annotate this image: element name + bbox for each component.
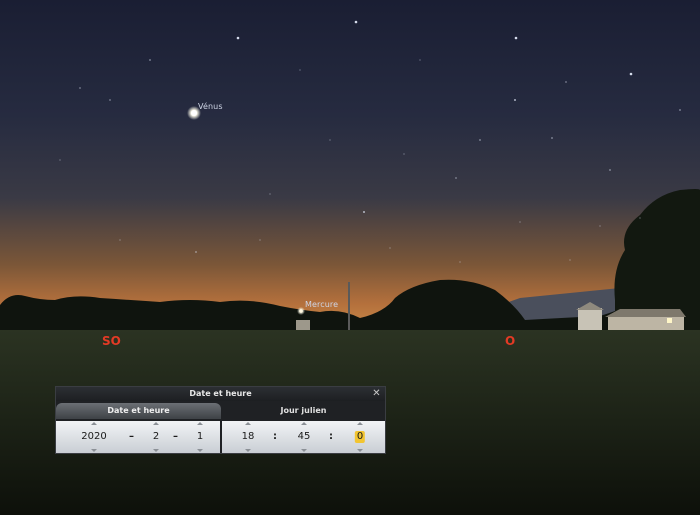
star [599, 225, 601, 227]
chevron-down-icon[interactable] [245, 449, 251, 452]
star [59, 159, 61, 161]
chevron-down-icon[interactable] [153, 449, 159, 452]
star [363, 211, 365, 213]
chevron-down-icon[interactable] [91, 449, 97, 452]
close-icon[interactable]: ✕ [371, 388, 382, 399]
star [259, 239, 261, 241]
star [519, 221, 521, 223]
star [354, 20, 358, 24]
house [608, 316, 684, 332]
day-value[interactable]: 1 [188, 431, 212, 443]
second-value[interactable]: 0 [354, 431, 366, 443]
star [419, 59, 421, 61]
month-value[interactable]: 2 [144, 431, 168, 443]
hour-value[interactable]: 18 [236, 431, 260, 443]
cardinal-southwest: SO [102, 334, 121, 348]
star [389, 247, 391, 249]
chevron-up-icon[interactable] [245, 422, 251, 425]
star [569, 259, 571, 261]
star [455, 177, 457, 179]
minute-spinner[interactable]: 45 [292, 421, 316, 453]
star [79, 87, 81, 89]
time-separator: : [273, 431, 277, 442]
star [329, 139, 331, 141]
lit-window [667, 318, 672, 323]
date-time-dialog: Date et heure ✕ Date et heure Jour julie… [55, 386, 386, 454]
chevron-down-icon[interactable] [197, 449, 203, 452]
chevron-up-icon[interactable] [357, 422, 363, 425]
chevron-up-icon[interactable] [301, 422, 307, 425]
venus[interactable] [191, 110, 197, 116]
chevron-up-icon[interactable] [197, 422, 203, 425]
star [459, 261, 461, 263]
dialog-title[interactable]: Date et heure [56, 387, 385, 401]
star [403, 153, 405, 155]
star [299, 69, 301, 71]
sky-background [0, 0, 700, 330]
utility-pole [348, 282, 350, 332]
star [609, 169, 611, 171]
date-separator: – [129, 431, 134, 442]
star [551, 137, 553, 139]
star [269, 193, 271, 195]
tab-date-time[interactable]: Date et heure [56, 403, 221, 419]
cardinal-west: O [505, 334, 516, 348]
star [119, 239, 121, 241]
star [479, 139, 481, 141]
star [514, 36, 518, 40]
venus-label: Vénus [198, 102, 223, 111]
star [195, 251, 197, 253]
mercury[interactable] [299, 309, 303, 313]
year-spinner[interactable]: 2020 [74, 421, 114, 453]
hour-spinner[interactable]: 18 [236, 421, 260, 453]
time-separator: : [329, 431, 333, 442]
date-separator: – [173, 431, 178, 442]
tab-julian-day[interactable]: Jour julien [222, 403, 385, 419]
star [629, 72, 633, 76]
star [639, 217, 641, 219]
month-spinner[interactable]: 2 [144, 421, 168, 453]
minute-value[interactable]: 45 [292, 431, 316, 443]
star [236, 36, 240, 40]
star [109, 99, 111, 101]
star [514, 99, 516, 101]
building [578, 308, 602, 332]
chevron-up-icon[interactable] [153, 422, 159, 425]
mercury-label: Mercure [305, 300, 339, 309]
chevron-up-icon[interactable] [91, 422, 97, 425]
date-panel: 2020 – 2 – 1 [56, 421, 220, 453]
second-spinner[interactable]: 0 [348, 421, 372, 453]
chevron-down-icon[interactable] [301, 449, 307, 452]
time-panel: 18 : 45 : 0 [222, 421, 385, 453]
day-spinner[interactable]: 1 [188, 421, 212, 453]
star [565, 81, 567, 83]
star [679, 109, 681, 111]
year-value[interactable]: 2020 [74, 431, 114, 443]
chevron-down-icon[interactable] [357, 449, 363, 452]
star [149, 59, 151, 61]
